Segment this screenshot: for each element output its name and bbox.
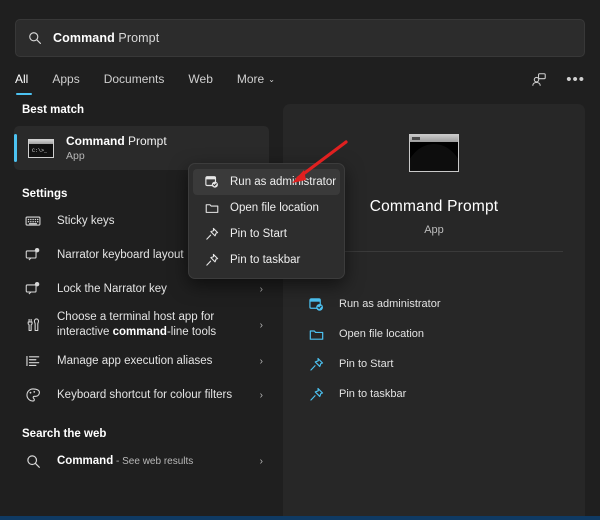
- more-options-icon[interactable]: •••: [566, 76, 585, 84]
- tab-web[interactable]: Web: [188, 70, 212, 95]
- context-menu-item-pin-to-start[interactable]: Pin to Start: [193, 221, 340, 247]
- shield-run-icon: [203, 174, 220, 190]
- tab-apps[interactable]: Apps: [52, 70, 79, 95]
- preview-action-label: Pin to Start: [339, 358, 393, 370]
- web-results-list: Command - See web results ›: [0, 444, 283, 478]
- search-the-web-heading: Search the web: [0, 428, 283, 440]
- preview-action-label: Open file location: [339, 328, 424, 340]
- context-menu-item-open-file-location[interactable]: Open file location: [193, 195, 340, 221]
- result-manage-app-execution-aliases[interactable]: Manage app execution aliases ›: [0, 344, 283, 378]
- result-label: Lock the Narrator key: [57, 282, 167, 297]
- preview-action-pin-to-taskbar[interactable]: Pin to taskbar: [305, 379, 565, 409]
- search-input[interactable]: Command Prompt: [15, 19, 585, 57]
- colour-filter-icon: [22, 385, 44, 405]
- preview-action-run-as-administrator[interactable]: Run as administrator: [305, 289, 565, 319]
- result-label: Command - See web results: [57, 454, 193, 469]
- command-prompt-icon: C:\>_: [28, 139, 54, 158]
- shield-run-icon: [305, 294, 327, 314]
- preview-actions-list: Run as administrator Open file location: [305, 289, 565, 409]
- context-menu-item-label: Pin to Start: [230, 228, 287, 240]
- tools-icon: [22, 315, 44, 335]
- command-prompt-icon: [409, 134, 459, 172]
- pin-icon: [305, 354, 327, 374]
- context-menu-item-pin-to-taskbar[interactable]: Pin to taskbar: [193, 247, 340, 273]
- tab-web-label: Web: [188, 72, 212, 86]
- feedback-icon[interactable]: [530, 71, 548, 89]
- tab-all-label: All: [15, 72, 28, 86]
- context-menu: Run as administrator Open file location …: [188, 163, 345, 279]
- keyboard-icon: [22, 211, 44, 231]
- folder-icon: [305, 324, 327, 344]
- best-match-subtitle: App: [66, 149, 167, 163]
- context-menu-item-label: Open file location: [230, 202, 319, 214]
- tab-apps-label: Apps: [52, 72, 79, 86]
- chevron-right-icon: ›: [260, 456, 263, 467]
- result-choose-terminal-host-app[interactable]: Choose a terminal host app for interacti…: [0, 306, 283, 344]
- chevron-right-icon: ›: [260, 284, 263, 295]
- result-label: Choose a terminal host app for interacti…: [57, 310, 257, 340]
- bottom-accent-bar: [0, 516, 600, 520]
- tab-bar-actions: •••: [530, 70, 585, 89]
- context-menu-item-label: Pin to taskbar: [230, 254, 300, 266]
- search-query-rest: Prompt: [115, 31, 159, 45]
- preview-action-open-file-location[interactable]: Open file location: [305, 319, 565, 349]
- preview-action-label: Run as administrator: [339, 298, 441, 310]
- context-menu-item-run-as-administrator[interactable]: Run as administrator: [193, 169, 340, 195]
- folder-icon: [203, 200, 220, 216]
- filter-tab-bar: All Apps Documents Web More ⌄ •••: [15, 70, 585, 100]
- result-label: Keyboard shortcut for colour filters: [57, 388, 232, 403]
- chevron-right-icon: ›: [260, 390, 263, 401]
- tab-documents[interactable]: Documents: [104, 70, 165, 95]
- search-query-bold: Command: [53, 31, 115, 45]
- pin-icon: [203, 252, 220, 268]
- result-label: Manage app execution aliases: [57, 354, 212, 369]
- search-icon: [28, 31, 42, 45]
- tab-all[interactable]: All: [15, 70, 28, 95]
- tab-more-label: More: [237, 72, 264, 86]
- result-label: Narrator keyboard layout: [57, 248, 184, 263]
- chevron-down-icon: ⌄: [268, 75, 275, 84]
- narrator-icon: [22, 245, 44, 265]
- result-keyboard-shortcut-for-colour-filters[interactable]: Keyboard shortcut for colour filters ›: [0, 378, 283, 412]
- preview-action-pin-to-start[interactable]: Pin to Start: [305, 349, 565, 379]
- chevron-right-icon: ›: [260, 356, 263, 367]
- context-menu-item-label: Run as administrator: [230, 176, 336, 188]
- tab-more[interactable]: More ⌄: [237, 70, 275, 95]
- search-query-text: Command Prompt: [53, 31, 159, 45]
- tab-documents-label: Documents: [104, 72, 165, 86]
- list-icon: [22, 351, 44, 371]
- narrator-icon: [22, 279, 44, 299]
- chevron-right-icon: ›: [260, 320, 263, 331]
- preview-action-label: Pin to taskbar: [339, 388, 406, 400]
- result-label: Sticky keys: [57, 214, 115, 229]
- best-match-title: Command Prompt: [66, 134, 167, 149]
- pin-icon: [305, 384, 327, 404]
- pin-icon: [203, 226, 220, 242]
- result-command-see-web-results[interactable]: Command - See web results ›: [0, 444, 283, 478]
- windows-search-window: Command Prompt All Apps Documents Web Mo…: [0, 0, 600, 520]
- best-match-heading: Best match: [0, 104, 283, 116]
- search-icon: [22, 451, 44, 471]
